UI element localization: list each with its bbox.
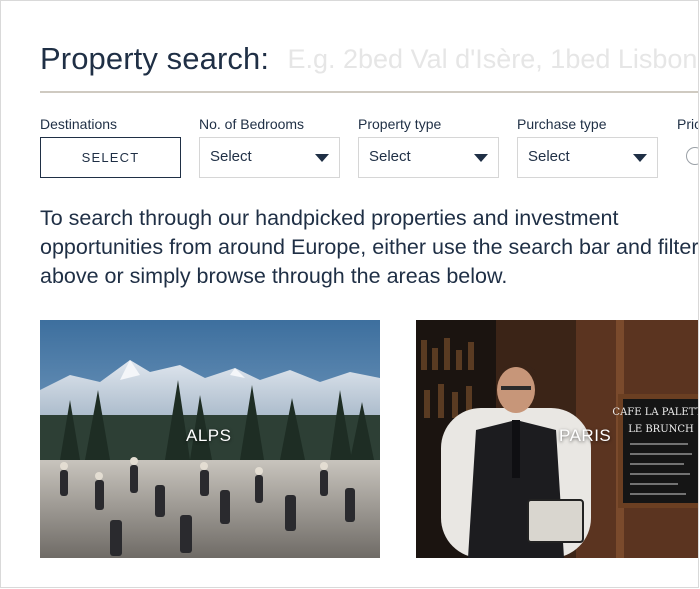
area-card-title: ALPS (186, 426, 232, 445)
property-type-filter: Property type Select (358, 116, 499, 178)
page-frame: Property search: Destinations SELECT No.… (0, 0, 699, 588)
paris-photo: CAFE LA PALETTE LE BRUNCH (416, 320, 699, 558)
bedrooms-dropdown[interactable]: Select (199, 137, 340, 178)
purchase-type-dropdown[interactable]: Select (517, 137, 658, 178)
area-card-alps[interactable]: ALPS (40, 320, 380, 558)
bedrooms-filter: No. of Bedrooms Select (199, 116, 340, 178)
purchase-type-filter: Purchase type Select (517, 116, 658, 178)
search-divider (40, 91, 698, 93)
destinations-select-button[interactable]: SELECT (40, 137, 181, 178)
search-input[interactable] (287, 41, 698, 75)
purchase-type-label: Purchase type (517, 116, 607, 132)
area-card-paris[interactable]: CAFE LA PALETTE LE BRUNCH PARIS (416, 320, 699, 558)
area-card-title: PARIS (559, 426, 612, 445)
bedrooms-label: No. of Bedrooms (199, 116, 305, 132)
property-type-label: Property type (358, 116, 442, 132)
search-label: Property search: (40, 41, 270, 76)
chalkboard-line1: CAFE LA PALETTE (612, 407, 699, 418)
price-label: Price (677, 116, 698, 132)
chevron-down-icon (633, 154, 647, 162)
price-radio[interactable] (686, 147, 698, 165)
destinations-filter: Destinations SELECT (40, 116, 181, 178)
price-filter: Price (677, 116, 698, 178)
chevron-down-icon (474, 154, 488, 162)
property-search-bar: Property search: (40, 41, 698, 81)
bedrooms-selected-value: Select (210, 148, 252, 165)
intro-paragraph: To search through our handpicked propert… (40, 206, 699, 288)
destinations-label: Destinations (40, 116, 118, 132)
purchase-type-selected-value: Select (528, 148, 570, 165)
chevron-down-icon (315, 154, 329, 162)
property-type-dropdown[interactable]: Select (358, 137, 499, 178)
property-type-selected-value: Select (369, 148, 411, 165)
chalkboard-line2: LE BRUNCH (628, 424, 694, 435)
